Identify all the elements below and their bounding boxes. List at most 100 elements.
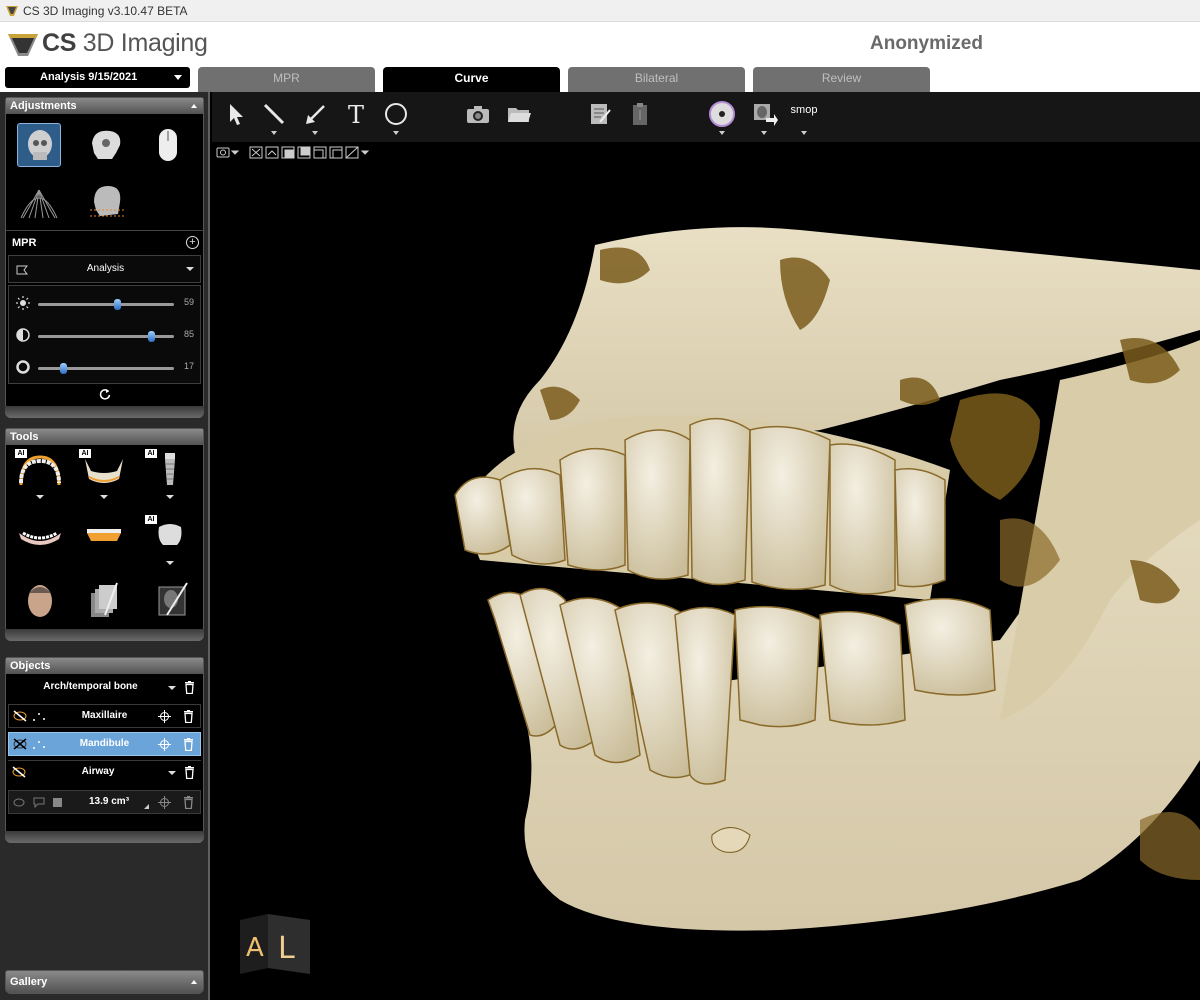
head-profile-icon[interactable] <box>84 180 128 224</box>
chevron-down-icon[interactable] <box>168 686 176 690</box>
tab-curve[interactable]: Curve <box>383 67 560 92</box>
arch-group-label: Arch/temporal bone <box>43 681 138 692</box>
chevron-down-icon[interactable] <box>271 131 277 135</box>
view-toolbar: T smop <box>212 92 1200 142</box>
tray-icon <box>87 529 121 541</box>
collapse-icon[interactable] <box>191 104 197 108</box>
layers-icon <box>91 582 118 617</box>
folder-icon[interactable] <box>505 100 533 128</box>
chevron-down-icon[interactable] <box>168 771 176 775</box>
target-icon[interactable] <box>158 738 171 751</box>
view-options-toolbar <box>212 142 1200 162</box>
slider-thumb[interactable] <box>147 331 155 342</box>
contrast-slider[interactable] <box>38 331 174 342</box>
line-measure-icon[interactable] <box>260 100 288 128</box>
airway-volume-row[interactable]: 13.9 cm³ <box>8 790 201 814</box>
ring-icon <box>16 360 30 374</box>
eye-icon[interactable] <box>13 798 25 807</box>
target-icon[interactable] <box>158 710 171 723</box>
object-row-maxillaire[interactable]: Maxillaire <box>8 704 201 728</box>
circle-tool-icon[interactable] <box>382 100 410 128</box>
preset-dropdown[interactable]: Analysis <box>8 255 201 283</box>
comment-icon[interactable] <box>33 797 45 808</box>
gamma-slider[interactable] <box>38 363 174 374</box>
tab-mpr[interactable]: MPR <box>198 67 375 92</box>
ai-arch-tool[interactable]: AI <box>15 449 65 503</box>
xray-annotate-tool[interactable] <box>145 579 195 633</box>
ai-badge: AI <box>145 449 157 458</box>
chevron-down-icon[interactable] <box>312 131 318 135</box>
ai-crown-tool[interactable]: AI <box>145 515 195 569</box>
analysis-dropdown-label: Analysis 9/15/2021 <box>40 71 138 83</box>
3d-volume-viewport[interactable] <box>212 162 1200 1000</box>
report-icon[interactable] <box>586 100 614 128</box>
add-icon[interactable]: + <box>186 236 199 249</box>
brightness-slider[interactable] <box>38 299 174 310</box>
preset-value: Analysis <box>86 263 125 274</box>
export-icon[interactable] <box>750 100 778 128</box>
text-tool-icon[interactable]: T <box>342 100 370 128</box>
window-title: CS 3D Imaging v3.10.47 BETA <box>23 4 188 18</box>
objects-panel: Objects Arch/temporal bone Maxillaire Ma… <box>5 657 204 843</box>
slider-thumb[interactable] <box>59 363 67 374</box>
tools-header[interactable]: Tools <box>6 429 203 445</box>
visibility-icon[interactable] <box>13 738 27 750</box>
chevron-down-icon <box>166 561 174 565</box>
cube-face-a: A <box>246 933 264 963</box>
panel-footer <box>5 831 204 843</box>
chevron-down-icon[interactable] <box>719 131 725 135</box>
gamma-value: 17 <box>183 361 194 371</box>
points-icon <box>33 713 45 721</box>
smop-button[interactable]: smop <box>787 100 821 128</box>
trash-icon[interactable] <box>183 710 194 723</box>
layers-tool[interactable] <box>79 579 129 633</box>
lower-jaw-icon <box>19 531 61 545</box>
clipboard-icon[interactable] <box>626 100 654 128</box>
gallery-panel[interactable]: Gallery <box>5 970 204 994</box>
pointer-arrow-icon[interactable] <box>222 100 250 128</box>
arrow-annotation-icon[interactable] <box>302 100 330 128</box>
objects-title: Objects <box>10 660 51 672</box>
app-icon <box>6 6 18 16</box>
sun-icon <box>16 296 30 310</box>
skull-3d-render[interactable] <box>212 162 1200 1000</box>
gamma-slider-row: 17 <box>10 352 200 382</box>
skull-side-render-icon[interactable] <box>84 123 128 167</box>
mpr-section-header: MPR + <box>6 230 205 254</box>
camera-icon[interactable] <box>464 100 492 128</box>
orientation-cube[interactable]: A L <box>238 912 312 976</box>
color-swatch[interactable] <box>53 798 62 807</box>
ai-mandible-tool[interactable]: AI <box>79 449 129 503</box>
target-icon[interactable] <box>158 796 171 809</box>
adjustments-header[interactable]: Adjustments <box>6 98 203 114</box>
tab-review[interactable]: Review <box>753 67 930 92</box>
objects-header[interactable]: Objects <box>6 658 203 674</box>
chevron-down-icon[interactable] <box>761 131 767 135</box>
trash-icon[interactable] <box>183 738 194 751</box>
lower-jaw-tool[interactable] <box>15 515 65 569</box>
expand-icon[interactable] <box>191 980 197 984</box>
object-row-mandibule[interactable]: Mandibule <box>8 732 201 756</box>
reset-icon[interactable] <box>99 388 111 400</box>
tab-bilateral[interactable]: Bilateral <box>568 67 745 92</box>
panoramic-fan-icon[interactable] <box>17 180 61 224</box>
chevron-down-icon[interactable] <box>801 131 807 135</box>
chevron-down-icon[interactable] <box>393 131 399 135</box>
visibility-icon[interactable] <box>13 710 27 722</box>
trash-icon[interactable] <box>184 681 195 694</box>
face-icon <box>28 585 52 617</box>
trash-icon[interactable] <box>184 766 195 779</box>
trash-icon[interactable] <box>183 796 194 809</box>
ai-implant-tool[interactable]: AI <box>145 449 195 503</box>
cd-disc-icon[interactable] <box>708 100 736 128</box>
skull-front-render-icon[interactable] <box>17 123 61 167</box>
mouse-icon[interactable] <box>146 123 190 167</box>
arch-group-row[interactable]: Arch/temporal bone <box>8 676 201 700</box>
airway-group-row[interactable]: Airway <box>8 760 201 784</box>
slider-thumb[interactable] <box>114 299 122 310</box>
contrast-slider-row: 85 <box>10 320 200 350</box>
analysis-dropdown[interactable]: Analysis 9/15/2021 <box>5 67 190 88</box>
face-scan-tool[interactable] <box>15 579 65 633</box>
tray-tool[interactable] <box>79 515 129 569</box>
gallery-title: Gallery <box>10 976 48 988</box>
